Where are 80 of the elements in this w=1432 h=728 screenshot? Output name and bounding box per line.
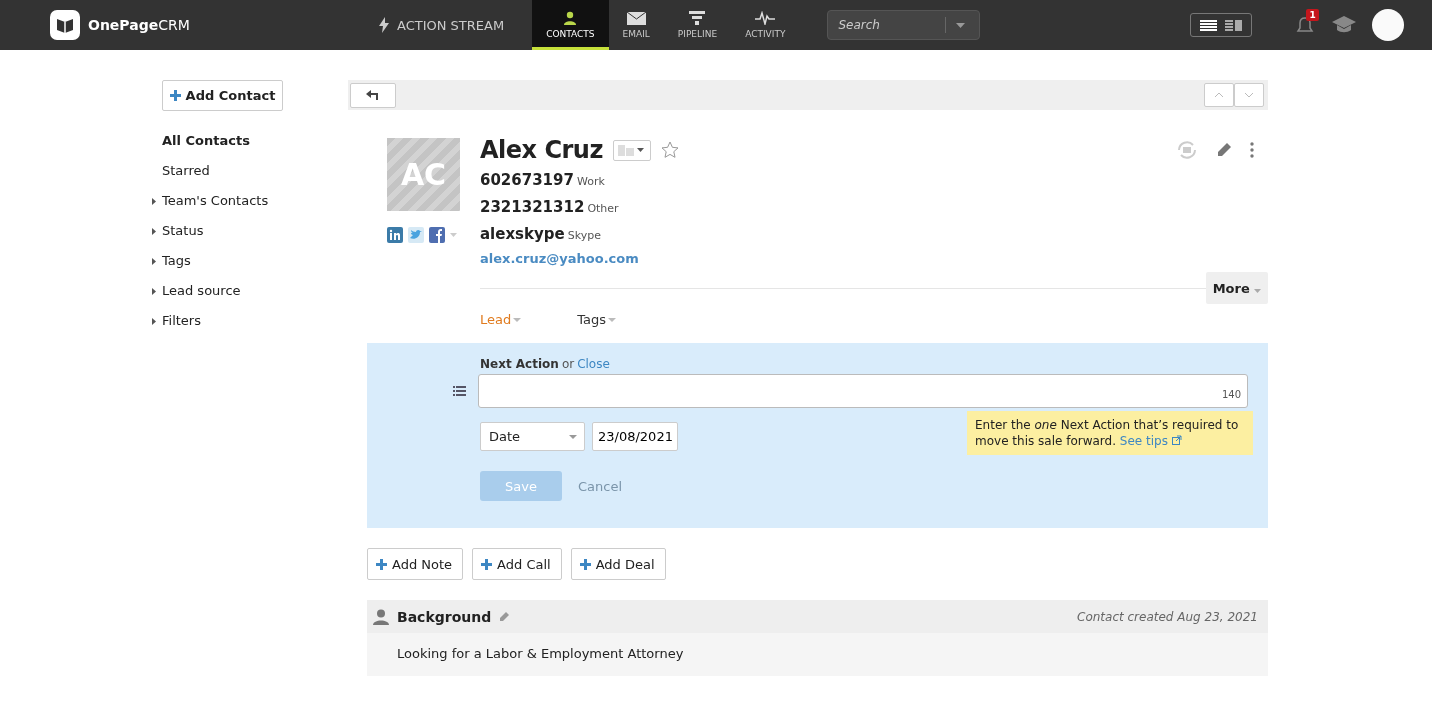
or-text: or bbox=[561, 357, 575, 371]
nav-tab[interactable]: ACTIVITY bbox=[731, 0, 800, 50]
more-options-icon[interactable] bbox=[1250, 142, 1254, 158]
plus-icon bbox=[376, 558, 387, 570]
contact-detail-label: Other bbox=[587, 202, 619, 215]
funnel-icon bbox=[689, 11, 706, 25]
sidebar-item[interactable]: Team's Contacts bbox=[152, 191, 269, 221]
add-action-button[interactable]: Add Call bbox=[472, 548, 562, 580]
star-icon[interactable] bbox=[660, 141, 679, 159]
sidebar-item[interactable]: Filters bbox=[152, 311, 201, 341]
back-button[interactable] bbox=[350, 82, 396, 108]
plus-icon bbox=[579, 558, 591, 570]
add-contact-button[interactable]: Add Contact bbox=[162, 80, 283, 111]
list-icon[interactable] bbox=[453, 386, 466, 396]
tags-dropdown[interactable]: Tags bbox=[577, 312, 616, 327]
nav-tab[interactable]: PIPELINE bbox=[663, 0, 732, 50]
back-arrow-icon bbox=[366, 90, 380, 100]
user-avatar[interactable] bbox=[1372, 9, 1405, 41]
notification-badge: 1 bbox=[1306, 9, 1319, 21]
email-link[interactable]: alex.cruz@yahoo.com bbox=[480, 251, 1268, 266]
expand-triangle-icon bbox=[152, 318, 156, 325]
created-date: Contact created Aug 23, 2021 bbox=[1077, 609, 1258, 624]
caret-icon bbox=[513, 317, 522, 322]
bell-icon[interactable] bbox=[1296, 16, 1315, 34]
linkedin-icon[interactable] bbox=[387, 227, 403, 243]
pencil-icon[interactable] bbox=[1216, 142, 1232, 158]
contact-initials-avatar: AC bbox=[387, 138, 460, 211]
sidebar-item[interactable]: All Contacts bbox=[152, 131, 250, 161]
expand-triangle-icon bbox=[152, 198, 156, 205]
sidebar-item[interactable]: Tags bbox=[152, 251, 191, 281]
caret-icon bbox=[569, 434, 577, 439]
next-action-input[interactable]: 140 bbox=[478, 374, 1248, 408]
person-icon bbox=[563, 11, 578, 25]
sidebar-item[interactable]: Lead source bbox=[152, 281, 241, 311]
graduation-cap-icon[interactable] bbox=[1332, 16, 1357, 34]
chevron-down-icon bbox=[1244, 92, 1254, 98]
nav-tab[interactable]: EMAIL bbox=[608, 0, 664, 50]
contact-detail-value: alexskype bbox=[480, 225, 565, 243]
sidebar-item[interactable]: Starred bbox=[152, 161, 210, 191]
caret-icon bbox=[636, 148, 644, 152]
search-field[interactable]: Search bbox=[827, 10, 981, 40]
contact-detail-label: Work bbox=[576, 175, 605, 188]
date-field[interactable]: 23/08/2021 bbox=[592, 422, 678, 451]
envelope-icon bbox=[626, 11, 646, 25]
sidebar-item[interactable]: Status bbox=[152, 221, 204, 251]
contact-name: Alex Cruz bbox=[480, 136, 603, 164]
date-type-select[interactable]: Date bbox=[480, 422, 585, 451]
facebook-icon[interactable] bbox=[429, 227, 445, 243]
expand-triangle-icon bbox=[152, 258, 156, 265]
next-action-label: Next Action bbox=[480, 357, 559, 371]
split-view-icon[interactable] bbox=[1225, 19, 1243, 31]
caret-icon bbox=[1254, 288, 1262, 293]
expand-triangle-icon bbox=[152, 288, 156, 295]
chevron-up-icon bbox=[1214, 92, 1224, 98]
background-title: Background bbox=[397, 608, 492, 625]
bird-icon[interactable] bbox=[408, 227, 424, 243]
contact-detail-value: 602673197 bbox=[480, 171, 574, 189]
expand-triangle-icon bbox=[152, 228, 156, 235]
plus-icon bbox=[481, 558, 493, 570]
caret-icon bbox=[956, 22, 966, 28]
plus-icon bbox=[169, 90, 181, 101]
more-button[interactable]: More bbox=[1206, 272, 1268, 304]
book-logo-icon bbox=[50, 10, 80, 40]
tip-text: Enter the one Next Action that’s required to move this sale forward. See tips bbox=[967, 411, 1253, 455]
nav-tab[interactable]: ACTION STREAM bbox=[365, 0, 519, 50]
add-action-button[interactable]: Add Note bbox=[367, 548, 464, 580]
pulse-icon bbox=[755, 11, 776, 25]
external-link-icon bbox=[1171, 435, 1182, 445]
list-view-icon[interactable] bbox=[1200, 19, 1218, 31]
pencil-icon[interactable] bbox=[499, 611, 510, 622]
nav-tab[interactable]: CONTACTS bbox=[532, 0, 609, 50]
person-icon bbox=[373, 608, 389, 625]
add-action-button[interactable]: Add Deal bbox=[570, 548, 666, 580]
building-icon bbox=[617, 144, 634, 156]
background-text: Looking for a Labor & Employment Attorney bbox=[397, 646, 684, 661]
contact-detail-value: 2321321312 bbox=[480, 198, 585, 216]
caret-icon bbox=[608, 317, 616, 322]
brand-name[interactable]: OnePageCRM bbox=[88, 17, 190, 33]
lightning-icon bbox=[379, 17, 389, 33]
contact-detail-label: Skype bbox=[567, 229, 601, 242]
